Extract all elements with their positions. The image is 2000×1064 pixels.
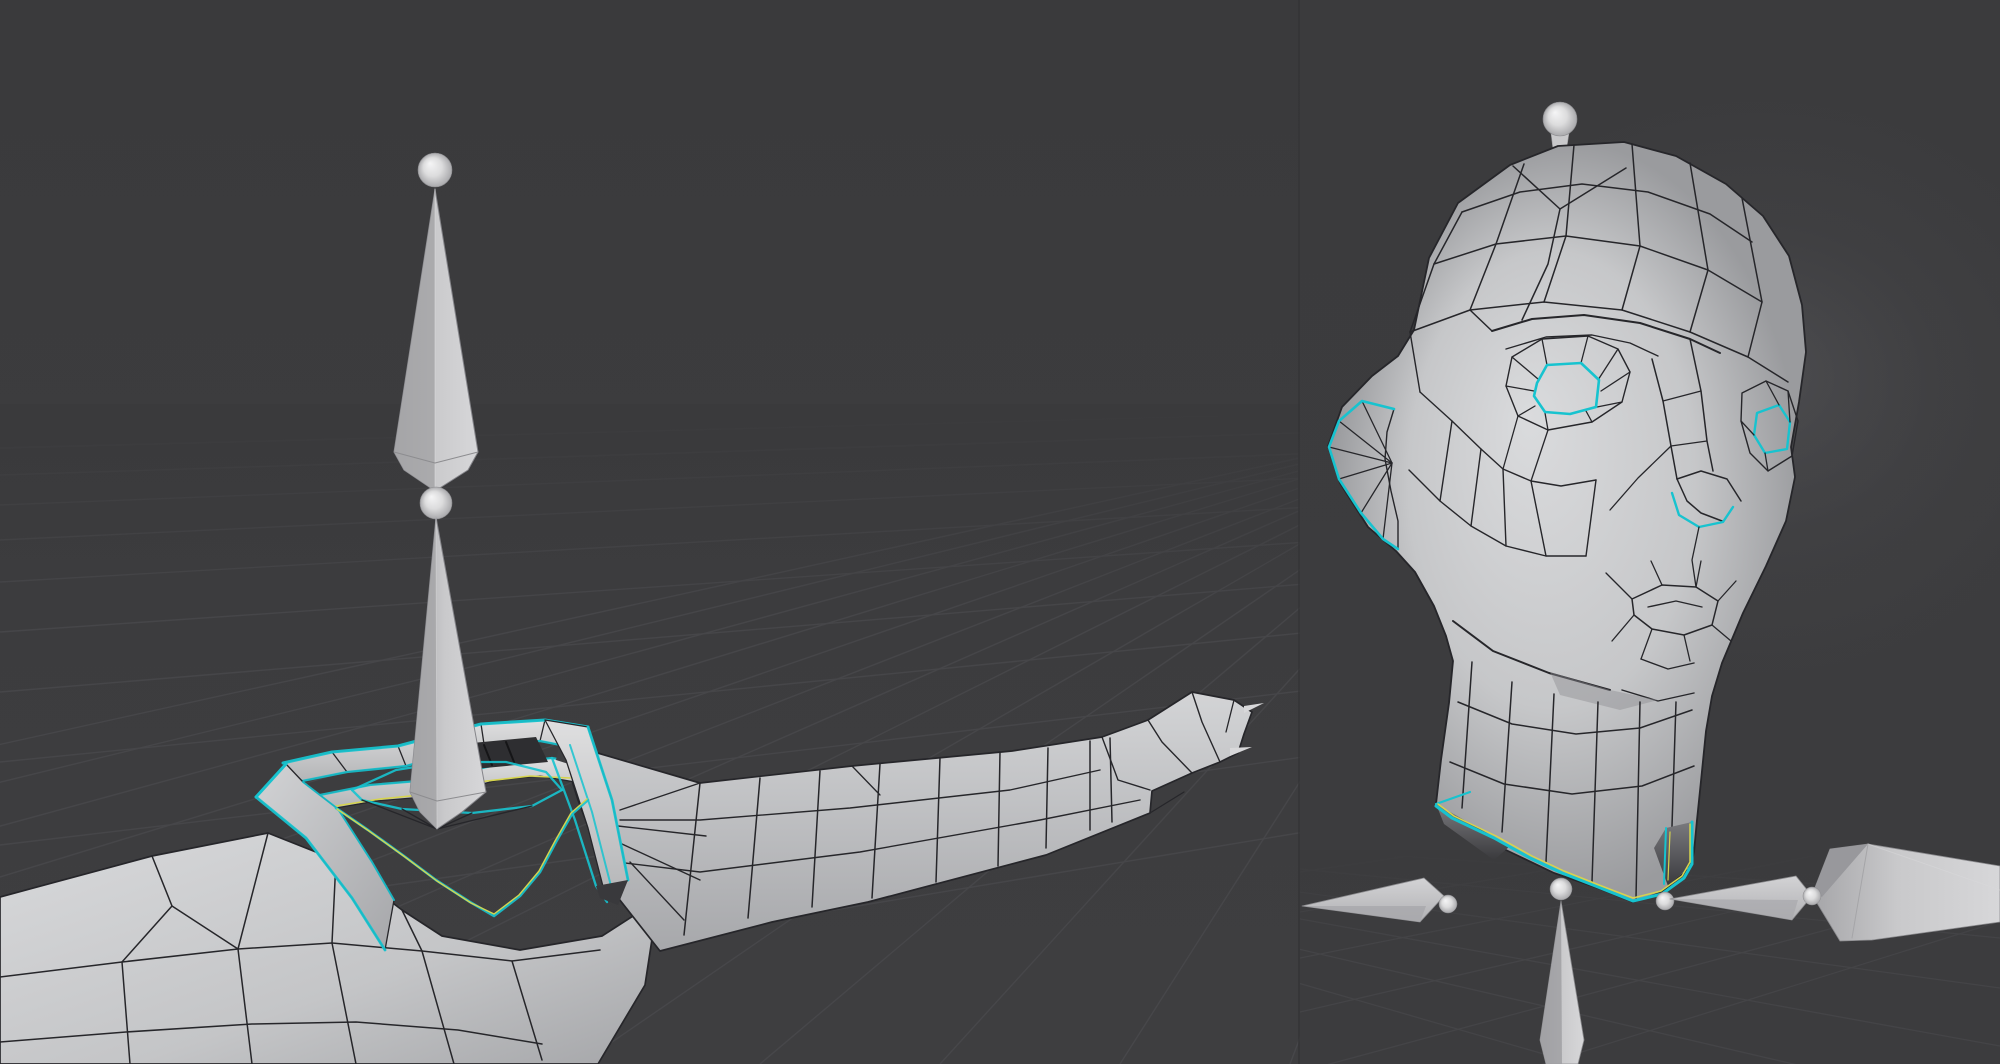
grid-horizon-fade: [0, 404, 1300, 614]
viewport-split-container: [0, 0, 2000, 1064]
scene-svg: [0, 0, 2000, 1064]
